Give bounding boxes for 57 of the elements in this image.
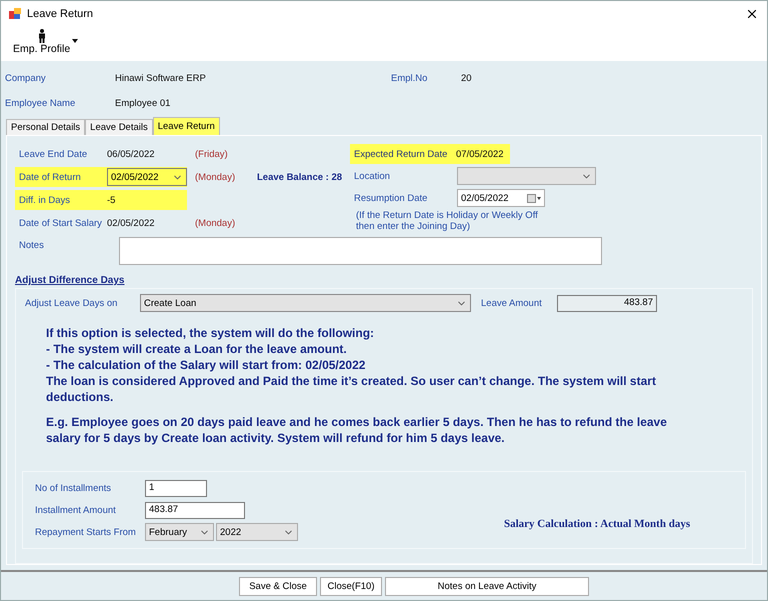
calendar-icon: [527, 194, 541, 202]
field-label: No of Installments: [35, 482, 112, 494]
empl-no-label: Empl.No: [391, 73, 428, 84]
year-combo[interactable]: 2022: [216, 523, 298, 541]
installment-amount-field[interactable]: 483.87: [145, 502, 245, 518]
field-label: Adjust Leave Days on: [24, 298, 118, 308]
field-value: 06/05/2022: [107, 148, 156, 160]
weekday-text: (Monday): [195, 218, 236, 228]
explanation-text: If this option is selected, the system will do the following:: [46, 325, 376, 341]
explanation-text: E.g. Employee goes on 20 days paid leave and he comes back earlier 5 days. Then he has to refund the leave salary for 5 days by Create loan activity. System will refund for him 5 days leave.: [46, 414, 668, 446]
tab[interactable]: Personal Details: [6, 119, 86, 135]
field-label: Diff. in Days: [19, 194, 72, 206]
field-label: Location: [354, 170, 391, 182]
adjust-combo[interactable]: Create Loan: [140, 294, 471, 312]
field-label: Expected Return Date: [354, 148, 448, 160]
company-label: Company: [5, 73, 47, 84]
company-value: Hinawi Software ERP: [115, 73, 207, 84]
field-value: 02/05/2022: [107, 218, 156, 228]
hint-text: (If the Return Date is Holiday or Weekly Off then enter the Joining Day): [355, 210, 539, 233]
field-label: Date of Return: [19, 172, 82, 182]
field-label: Installment Amount: [35, 504, 117, 516]
field-label: Leave Amount: [481, 298, 543, 308]
field-label: Repayment Starts From: [35, 526, 137, 538]
emp-profile-button[interactable]: Emp. Profile: [13, 29, 70, 55]
app-icon: [9, 8, 21, 20]
field-label: Resumption Date: [354, 192, 428, 204]
window-title: Leave Return: [27, 8, 94, 20]
field-label: Leave End Date: [19, 148, 88, 160]
explanation-text: - The system will create a Loan for the leave amount.: [46, 341, 348, 357]
explanation-text: The loan is considered Approved and Paid the time it’s created. So user can’t change. The system will start deductions.: [46, 373, 657, 405]
date-picker[interactable]: 02/05/2022: [457, 189, 545, 207]
action-button[interactable]: Save & Close: [239, 577, 317, 596]
field-label: Date of Start Salary: [19, 218, 103, 228]
date-combo[interactable]: 02/05/2022: [107, 168, 187, 186]
explanation-text: - The calculation of the Salary will start from: 02/05/2022: [46, 357, 366, 373]
employee-name-value: Employee 01: [115, 98, 172, 109]
field-value: 07/05/2022: [456, 148, 504, 160]
empl-no-value: 20: [461, 73, 473, 84]
installments-field[interactable]: 1: [145, 480, 207, 496]
person-icon: [38, 29, 46, 43]
month-combo[interactable]: February: [145, 523, 214, 541]
notes-field[interactable]: [119, 237, 602, 265]
field-value: -5: [107, 194, 116, 206]
action-button[interactable]: Notes on Leave Activity: [385, 577, 589, 596]
notes-label: Notes: [19, 240, 45, 251]
tab[interactable]: Leave Return: [152, 117, 220, 135]
adjust-difference-days-link[interactable]: Adjust Difference Days: [15, 275, 753, 286]
salary-calculation-text: Salary Calculation : Actual Month days: [504, 518, 690, 530]
employee-name-label: Employee Name: [5, 98, 76, 109]
leave-amount-field: 483.87: [557, 294, 657, 312]
leave-balance: Leave Balance : 28: [257, 172, 342, 182]
tab[interactable]: Leave Details: [85, 119, 153, 135]
weekday-text: (Monday): [195, 172, 236, 182]
caret-icon[interactable]: [72, 39, 78, 43]
action-button[interactable]: Close(F10): [320, 577, 382, 596]
close-icon[interactable]: [745, 7, 759, 21]
weekday-text: (Friday): [195, 148, 229, 160]
